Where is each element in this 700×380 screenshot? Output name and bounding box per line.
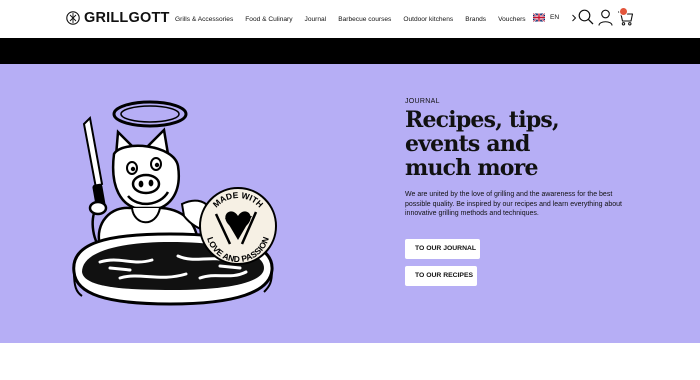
nav-vouchers[interactable]: Vouchers [498, 16, 526, 23]
cart-count-badge [619, 7, 628, 16]
pig-chef-illustration: MADE WITH LOVE AND PASSION [72, 100, 277, 306]
hero-title: Recipes, tips, events and much more [405, 108, 635, 180]
nav-food-culinary[interactable]: Food & Culinary [245, 16, 292, 23]
site-header: GRILLGOTT Grills & Accessories Food & Cu… [0, 0, 700, 38]
grillgott-logo-icon [66, 11, 80, 25]
chevron-right-icon [572, 14, 577, 21]
hero-eyebrow: JOURNAL [405, 98, 440, 105]
main-nav: Grills & Accessories Food & Culinary Jou… [175, 0, 526, 38]
nav-journal[interactable]: Journal [305, 16, 327, 23]
hero-title-line2: much more [405, 155, 538, 181]
account-button[interactable] [598, 9, 613, 31]
hero-description: We are united by the love of grilling an… [405, 191, 622, 217]
logo-text: GRILLGOTT [84, 10, 170, 26]
recipes-button[interactable]: TO OUR RECIPES [405, 266, 477, 286]
account-icon [598, 9, 613, 26]
nav-grills-accessories[interactable]: Grills & Accessories [175, 16, 233, 23]
page-bottom [0, 343, 700, 380]
promo-strip [0, 38, 700, 64]
hero-title-line1: Recipes, tips, events and [405, 107, 560, 157]
search-icon [578, 9, 594, 25]
journal-hero: MADE WITH LOVE AND PASSION JOURNAL Recip… [0, 64, 700, 343]
language-switcher[interactable]: EN [533, 13, 577, 22]
nav-brands[interactable]: Brands [465, 16, 486, 23]
nav-outdoor-kitchens[interactable]: Outdoor kitchens [403, 16, 453, 23]
language-label: EN [550, 14, 560, 21]
hero-content: JOURNAL Recipes, tips, events and much mo… [405, 98, 635, 298]
nav-barbecue-courses[interactable]: Barbecue courses [338, 16, 391, 23]
uk-flag-icon [533, 13, 545, 22]
logo[interactable]: GRILLGOTT [66, 10, 170, 26]
search-button[interactable] [578, 9, 594, 30]
cart-button[interactable] [617, 7, 634, 31]
journal-button[interactable]: TO OUR JOURNAL [405, 239, 480, 259]
